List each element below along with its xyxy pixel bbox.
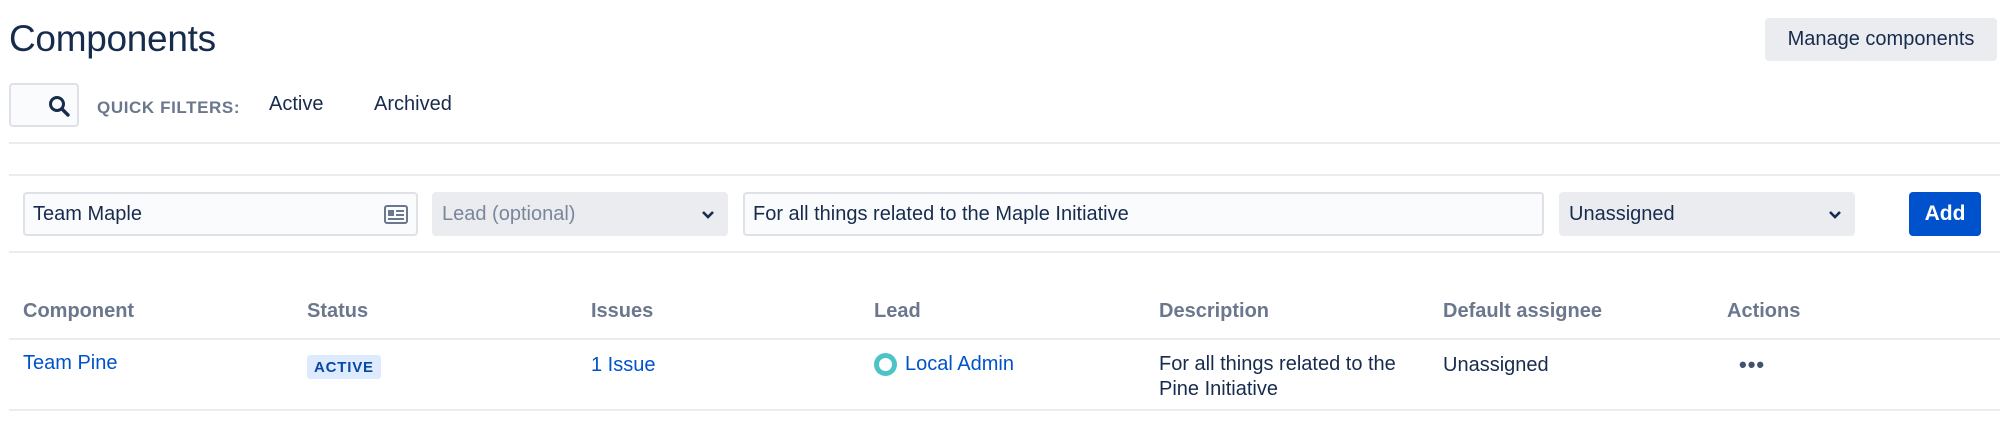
column-header-issues[interactable]: Issues — [591, 300, 653, 323]
divider — [9, 409, 2000, 411]
column-header-actions: Actions — [1727, 300, 1801, 322]
column-header-default-assignee[interactable]: Default assignee — [1443, 300, 1602, 323]
issues-link[interactable]: 1 Issue — [591, 354, 655, 377]
add-button[interactable]: Add — [1909, 192, 1981, 236]
search-icon — [49, 96, 70, 117]
divider — [9, 251, 2000, 253]
lead-user[interactable]: Local Admin — [874, 353, 1014, 376]
id-card-icon — [384, 205, 408, 224]
chevron-down-icon — [1829, 211, 1841, 219]
quick-filter-archived[interactable]: Archived — [374, 93, 452, 116]
column-header-lead[interactable]: Lead — [874, 300, 921, 323]
description-cell: For all things related to the Pine Initi… — [1159, 353, 1396, 400]
description-value: For all things related to the Maple Init… — [753, 202, 1129, 225]
divider — [9, 174, 2000, 176]
table-header-divider — [9, 338, 2000, 340]
default-assignee-value: Unassigned — [1569, 202, 1675, 225]
lead-placeholder: Lead (optional) — [442, 202, 576, 225]
component-name-field[interactable]: Team Maple — [23, 192, 418, 236]
default-assignee-cell: Unassigned — [1443, 354, 1549, 376]
component-name-value: Team Maple — [33, 202, 142, 225]
page-title: Components — [9, 18, 216, 59]
quick-filter-active[interactable]: Active — [269, 93, 323, 116]
manage-components-button[interactable]: Manage components — [1765, 18, 1997, 61]
column-header-component[interactable]: Component — [23, 300, 134, 323]
chevron-down-icon — [702, 211, 714, 219]
default-assignee-select[interactable]: Unassigned — [1559, 192, 1855, 236]
search-input[interactable] — [9, 83, 79, 127]
quick-filters-label: QUICK FILTERS: — [97, 98, 241, 117]
column-header-status[interactable]: Status — [307, 300, 368, 323]
lead-select[interactable]: Lead (optional) — [432, 192, 728, 236]
component-link[interactable]: Team Pine — [23, 352, 118, 375]
avatar — [874, 353, 897, 376]
column-header-description[interactable]: Description — [1159, 300, 1269, 323]
description-field[interactable]: For all things related to the Maple Init… — [743, 192, 1544, 236]
lead-name[interactable]: Local Admin — [905, 353, 1014, 376]
more-actions-icon[interactable]: ••• — [1739, 352, 1765, 378]
divider — [9, 142, 2000, 144]
status-badge: ACTIVE — [307, 355, 381, 379]
